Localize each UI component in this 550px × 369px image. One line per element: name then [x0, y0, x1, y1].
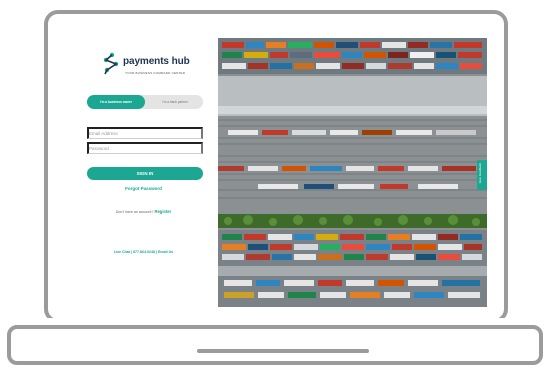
- forgot-password-link[interactable]: Forgot Password: [69, 186, 218, 191]
- account-type-toggle[interactable]: I'm a business owner I'm a bank partner: [87, 95, 203, 109]
- register-prompt: Don't have an account? Register: [69, 209, 218, 214]
- rail-yard-illustration: [218, 38, 487, 307]
- sign-in-button[interactable]: SIGN IN: [87, 167, 203, 180]
- payments-hub-logo-icon: [103, 52, 119, 75]
- register-link[interactable]: Register: [154, 209, 171, 214]
- login-panel: payments hub YOUR BUSINESS COMMAND CENTE…: [69, 38, 218, 307]
- support-links[interactable]: Live Chat | 877.864.0248 | Email Us: [69, 250, 218, 254]
- no-account-text: Don't have an account?: [115, 210, 154, 214]
- brand-name: payments hub: [123, 56, 190, 67]
- laptop-base: [7, 325, 543, 365]
- rail-yard-photo: Give Feedback: [218, 38, 487, 307]
- email-field[interactable]: [87, 127, 203, 139]
- brand-tagline: YOUR BUSINESS COMMAND CENTER: [125, 71, 186, 75]
- trackpad-line: [197, 349, 369, 353]
- toggle-bank-partner[interactable]: I'm a bank partner: [147, 95, 203, 109]
- toggle-business-owner[interactable]: I'm a business owner: [87, 95, 145, 109]
- feedback-tab[interactable]: Give Feedback: [477, 160, 487, 190]
- laptop-screen: payments hub YOUR BUSINESS COMMAND CENTE…: [69, 38, 487, 307]
- brand-logo: payments hub YOUR BUSINESS COMMAND CENTE…: [101, 52, 201, 78]
- password-field[interactable]: [87, 142, 203, 154]
- feedback-tab-label: Give Feedback: [478, 163, 482, 184]
